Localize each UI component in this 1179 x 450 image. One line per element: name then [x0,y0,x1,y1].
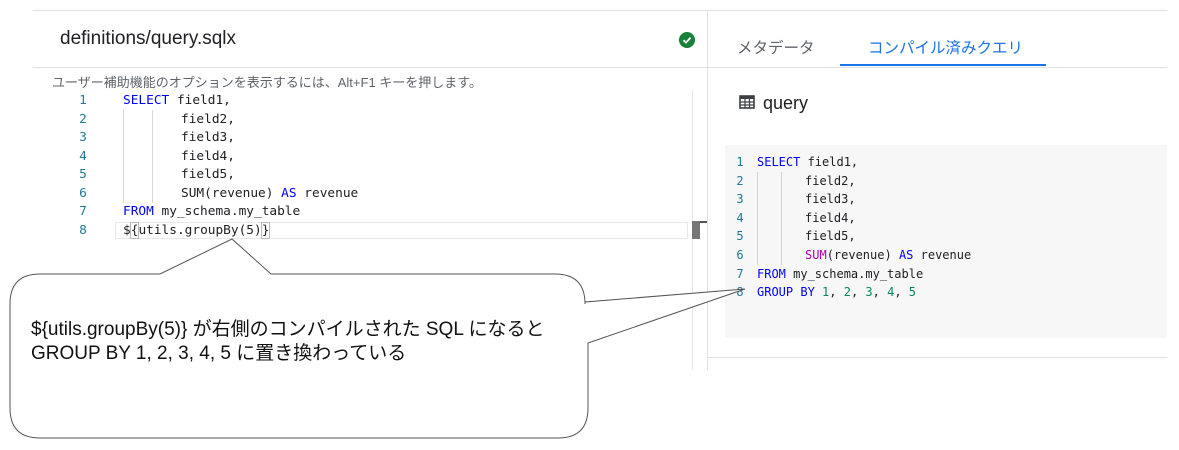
callout-balloon [9,238,746,439]
callout-text: ${utils.groupBy(5)} が右側のコンパイルされた SQL になる… [31,319,545,364]
